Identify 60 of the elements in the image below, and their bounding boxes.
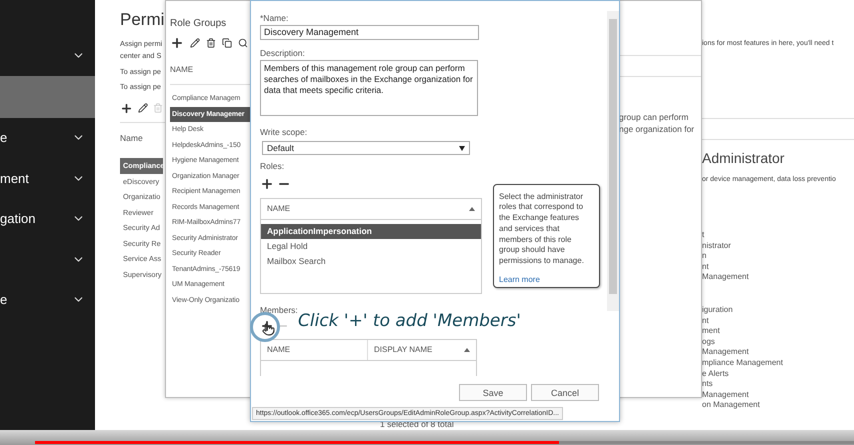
column-header[interactable]: NAME xyxy=(267,345,290,354)
sidebar-item[interactable]: gation xyxy=(0,198,95,239)
role-list-item: on Management xyxy=(702,400,760,411)
field-label: *Name: xyxy=(260,12,290,24)
role-list-item: Management xyxy=(702,390,749,400)
column-header: Name xyxy=(120,132,143,142)
role-list-item: nt xyxy=(702,316,709,326)
role-list-item: iguration xyxy=(702,304,733,316)
dialog-button[interactable]: Cancel xyxy=(531,384,599,401)
dropdown-caret-icon xyxy=(459,146,465,151)
name-field[interactable]: Discovery Management xyxy=(260,25,479,40)
role-row[interactable]: Legal Hold xyxy=(261,238,481,254)
pencil-icon[interactable] xyxy=(190,38,200,48)
add-icon[interactable] xyxy=(120,102,133,114)
sidebar-item[interactable]: e xyxy=(0,118,95,158)
add-icon[interactable] xyxy=(260,319,274,334)
add-icon[interactable] xyxy=(170,36,184,50)
field-label: Write scope: xyxy=(260,126,308,138)
role-list-item: mpliance Management xyxy=(702,358,783,369)
role-list-item: Management xyxy=(702,272,749,283)
role-row[interactable]: Mailbox Search xyxy=(261,254,481,269)
role-list-item: t xyxy=(702,230,704,241)
column-header: NAME xyxy=(170,65,194,74)
sort-caret-icon xyxy=(464,348,470,352)
role-list-item: e Alerts xyxy=(702,368,729,380)
hand-cursor-icon xyxy=(262,323,275,336)
tooltip-text: Select the administrator roles that correspond to the Exchange features and services that members of this role group should have permissions to manage. xyxy=(499,192,584,265)
column-header[interactable]: NAME xyxy=(267,204,290,214)
scrollbar[interactable] xyxy=(607,11,619,311)
learn-more-link[interactable]: Learn more xyxy=(499,274,594,286)
role-row[interactable]: ApplicationImpersonation xyxy=(261,224,481,239)
dialog-button[interactable]: Save xyxy=(459,384,527,401)
description-field[interactable]: Members of this management role group can perform searches of mailboxes in the Exchange organization for data that meets specific criteria. xyxy=(260,60,478,116)
panel-title: Role Groups xyxy=(170,18,228,31)
copy-icon[interactable] xyxy=(222,38,232,48)
trash-icon[interactable] xyxy=(206,38,216,48)
highlight-circle xyxy=(250,312,280,342)
role-list-item: n xyxy=(702,251,706,262)
role-list-item: nts xyxy=(702,379,713,390)
add-icon[interactable] xyxy=(260,177,274,192)
sort-caret-icon xyxy=(469,206,475,211)
sidebar-item[interactable]: e xyxy=(0,280,95,320)
annotation-text: Click '+' to add 'Members' xyxy=(298,311,521,331)
sidebar-item[interactable]: ment xyxy=(0,158,95,198)
write-scope-dropdown[interactable]: Default xyxy=(262,141,470,155)
progress-track[interactable] xyxy=(35,441,854,444)
role-list-item: ment xyxy=(702,326,720,337)
role-list-item: Management xyxy=(702,347,749,358)
role-list-item: nistrator xyxy=(702,240,731,252)
column-header[interactable]: DISPLAY NAME xyxy=(374,345,432,354)
role-list-item: nt xyxy=(702,262,709,272)
role-list-item: ogs xyxy=(702,336,715,348)
pencil-icon[interactable] xyxy=(138,103,148,113)
page-title: Permi xyxy=(120,9,164,31)
detail-heading: Administrator xyxy=(702,150,786,166)
field-label: Description: xyxy=(260,46,306,59)
field-label: Members: xyxy=(260,304,298,316)
field-label: Roles: xyxy=(260,160,286,172)
search-icon[interactable] xyxy=(238,38,248,48)
description-text: group can perform xyxy=(619,111,688,123)
